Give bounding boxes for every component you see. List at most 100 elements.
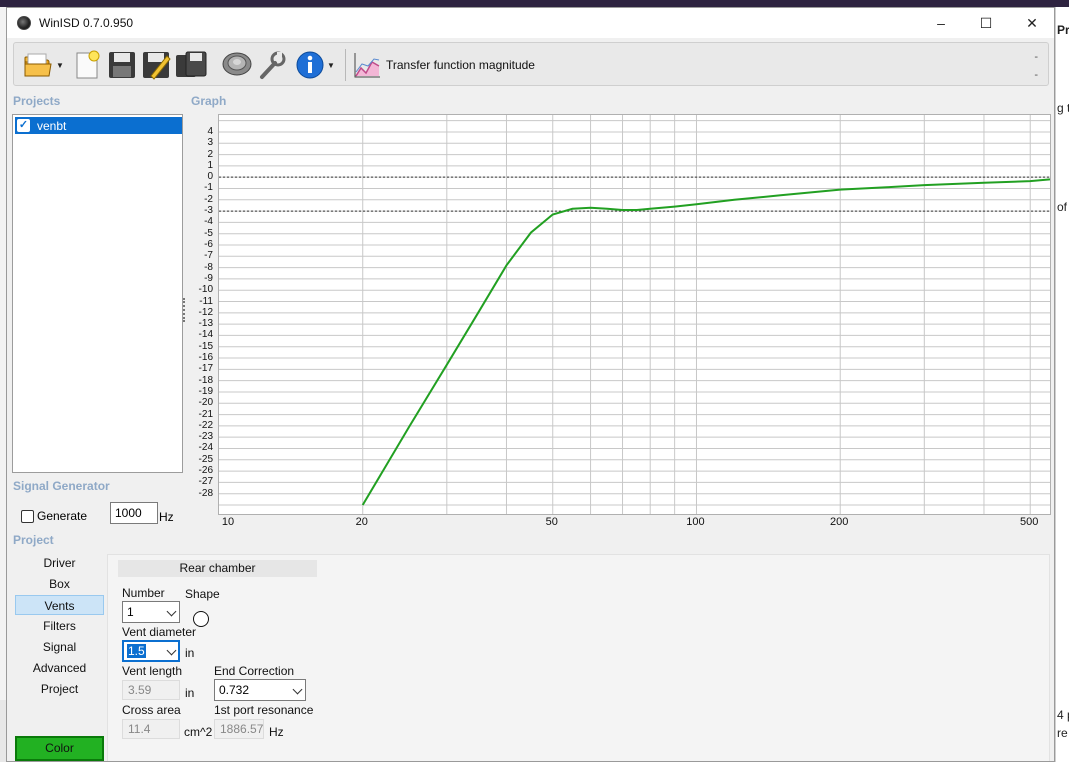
- x-tick-label: 100: [686, 516, 705, 528]
- chevron-down-icon: ▼: [327, 60, 335, 70]
- generate-checkbox[interactable]: [21, 510, 34, 523]
- nav-item-driver[interactable]: Driver: [15, 553, 104, 573]
- y-tick-label: -12: [198, 306, 213, 318]
- cross-area-label: Cross area: [122, 703, 181, 717]
- end-correction-label: End Correction: [214, 664, 295, 678]
- projects-list[interactable]: ✓ venbt: [12, 114, 183, 473]
- background-text-fragment: g t: [1057, 101, 1069, 115]
- cross-area-field: 11.4: [122, 719, 180, 739]
- projects-section-label: Projects: [13, 94, 61, 108]
- window-title: WinISD 0.7.0.950: [39, 16, 134, 30]
- cross-area-unit: cm^2: [184, 725, 213, 739]
- splitter-handle[interactable]: [183, 298, 187, 322]
- transfer-function-graph[interactable]: [218, 114, 1051, 515]
- toolbar-dash-top: -: [1034, 51, 1038, 63]
- vent-length-unit: in: [185, 686, 195, 700]
- y-tick-label: -11: [199, 295, 213, 307]
- graph-icon: [354, 53, 380, 78]
- x-tick-label: 200: [830, 516, 849, 528]
- nav-item-project[interactable]: Project: [15, 679, 104, 699]
- nav-item-signal[interactable]: Signal: [15, 637, 104, 657]
- toolbar: ▼ ▼ Transfer function magnitude - -: [13, 42, 1049, 86]
- winisd-window: WinISD 0.7.0.950 – ☐ ✕ ▼ ▼ Transfer func…: [6, 7, 1055, 762]
- y-tick-label: -21: [198, 408, 213, 420]
- open-folder-icon: [24, 53, 52, 77]
- info-icon: [296, 51, 324, 79]
- y-tick-label: 2: [207, 148, 213, 160]
- y-tick-label: -28: [198, 487, 213, 499]
- nav-item-advanced[interactable]: Advanced: [15, 658, 104, 678]
- y-tick-label: -24: [198, 442, 213, 454]
- info-button[interactable]: ▼: [290, 48, 340, 82]
- y-tick-label: -3: [204, 205, 213, 217]
- y-tick-label: -10: [198, 284, 213, 296]
- new-project-icon: [76, 50, 100, 79]
- y-tick-label: -4: [204, 216, 213, 228]
- generate-label[interactable]: Generate: [37, 509, 87, 523]
- color-button[interactable]: Color: [15, 736, 104, 761]
- nav-item-filters[interactable]: Filters: [15, 616, 104, 636]
- y-tick-label: -17: [198, 363, 213, 375]
- minimize-button[interactable]: –: [918, 8, 964, 38]
- maximize-button[interactable]: ☐: [963, 8, 1009, 38]
- driver-editor-button[interactable]: [220, 48, 254, 82]
- y-tick-label: -27: [198, 476, 213, 488]
- end-correction-value: 0.732: [219, 683, 250, 697]
- project-item-venbt[interactable]: ✓ venbt: [15, 117, 182, 134]
- y-tick-label: -8: [204, 261, 213, 273]
- y-tick-label: -25: [198, 453, 213, 465]
- vent-diameter-select[interactable]: 1.5: [122, 640, 180, 662]
- background-text-fragment: Pr: [1057, 23, 1069, 37]
- vent-diameter-unit: in: [185, 646, 195, 660]
- x-tick-label: 20: [355, 516, 368, 528]
- y-tick-label: -7: [204, 250, 213, 262]
- y-tick-label: -13: [198, 318, 213, 330]
- toolbar-separator: [345, 49, 346, 81]
- toolbar-dash-bottom: -: [1034, 69, 1038, 81]
- graph-type-button[interactable]: [350, 48, 384, 82]
- vent-diameter-label: Vent diameter: [122, 625, 197, 639]
- y-tick-label: -18: [198, 374, 213, 386]
- y-tick-label: -23: [198, 431, 213, 443]
- end-correction-select[interactable]: 0.732: [214, 679, 306, 701]
- port-resonance-unit: Hz: [269, 725, 284, 739]
- edit-save-icon: [143, 52, 171, 80]
- vent-number-select[interactable]: 1: [122, 601, 180, 623]
- title-bar[interactable]: WinISD 0.7.0.950 – ☐ ✕: [7, 8, 1054, 38]
- number-label: Number: [122, 586, 165, 600]
- save-all-button[interactable]: [174, 48, 208, 82]
- y-tick-label: -22: [198, 419, 213, 431]
- close-button[interactable]: ✕: [1009, 8, 1054, 38]
- generator-frequency-unit: Hz: [159, 510, 174, 524]
- background-text-fragment: re: [1057, 726, 1068, 740]
- background-text-fragment: 4 p: [1057, 708, 1069, 722]
- app-speaker-icon: [17, 16, 31, 30]
- background-window-right: Pr g t of 4 p re: [1055, 7, 1069, 762]
- project-checkbox[interactable]: ✓: [17, 119, 30, 132]
- open-project-button[interactable]: ▼: [20, 48, 66, 82]
- generator-frequency-input[interactable]: 1000: [110, 502, 158, 524]
- y-tick-label: -6: [204, 239, 213, 250]
- vents-panel: Rear chamber Number Shape 1 Vent diamete…: [107, 554, 1050, 761]
- y-tick-label: -26: [198, 465, 213, 477]
- y-tick-label: -19: [198, 385, 213, 397]
- project-section-label: Project: [13, 533, 54, 547]
- graph-type-label[interactable]: Transfer function magnitude: [386, 58, 535, 72]
- chevron-down-icon: [166, 645, 177, 656]
- chart-svg: [219, 115, 1051, 514]
- y-tick-label: -5: [204, 227, 213, 239]
- wrench-icon: [260, 51, 286, 79]
- rear-chamber-header: Rear chamber: [118, 560, 317, 577]
- y-tick-label: -9: [204, 272, 213, 284]
- save-button[interactable]: [106, 48, 138, 82]
- x-tick-label: 50: [545, 516, 558, 528]
- save-icon: [109, 52, 135, 78]
- graph-y-axis-labels: 4 3 2 1 0 -1 -2 -3 -4 -5 -6 -7 -8 -9 -10 -11 -12 -13 -14 -1…: [187, 114, 213, 515]
- y-tick-label: -16: [198, 352, 213, 364]
- new-project-button[interactable]: [72, 48, 102, 82]
- nav-item-vents[interactable]: Vents: [15, 595, 104, 615]
- save-as-button[interactable]: [140, 48, 172, 82]
- chevron-down-icon: [166, 606, 177, 617]
- nav-item-box[interactable]: Box: [15, 574, 104, 594]
- tools-button[interactable]: [256, 48, 288, 82]
